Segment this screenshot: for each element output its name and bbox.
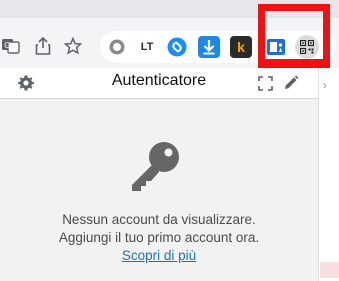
share-icon[interactable] [30,33,56,59]
edit-pencil-icon[interactable] [280,72,302,94]
empty-message-line2: Aggiungi il tuo primo account ora. [58,230,260,245]
page-background-strip [318,68,339,281]
empty-message-line1: Nessun account da visualizzare. [62,212,256,227]
chevron-right-icon: › [323,80,327,92]
page-background-mark [320,262,339,278]
keepa-label: k [237,39,245,55]
authenticator-popup: Autenticatore Nessun account da visualiz… [0,68,318,281]
download-extension-icon[interactable] [198,36,220,58]
circle-extension-icon[interactable] [106,36,128,58]
shazam-extension-icon[interactable] [166,36,188,58]
empty-state-message: Nessun account da visualizzare. Aggiungi… [0,211,318,247]
languagetool-label: LT [140,41,154,53]
key-icon [129,140,181,197]
browser-toolbar: G LT k [0,0,339,68]
popup-header: Autenticatore [0,68,318,99]
keepa-extension-icon[interactable]: k [230,36,252,58]
bookmark-star-icon[interactable] [60,33,86,59]
svg-text:G: G [4,41,10,50]
translate-icon[interactable]: G [0,33,24,59]
learn-more-link[interactable]: Scopri di più [0,248,318,263]
highlight-box [258,4,330,68]
languagetool-extension-icon[interactable]: LT [136,36,158,58]
scan-qr-icon[interactable] [254,72,276,94]
